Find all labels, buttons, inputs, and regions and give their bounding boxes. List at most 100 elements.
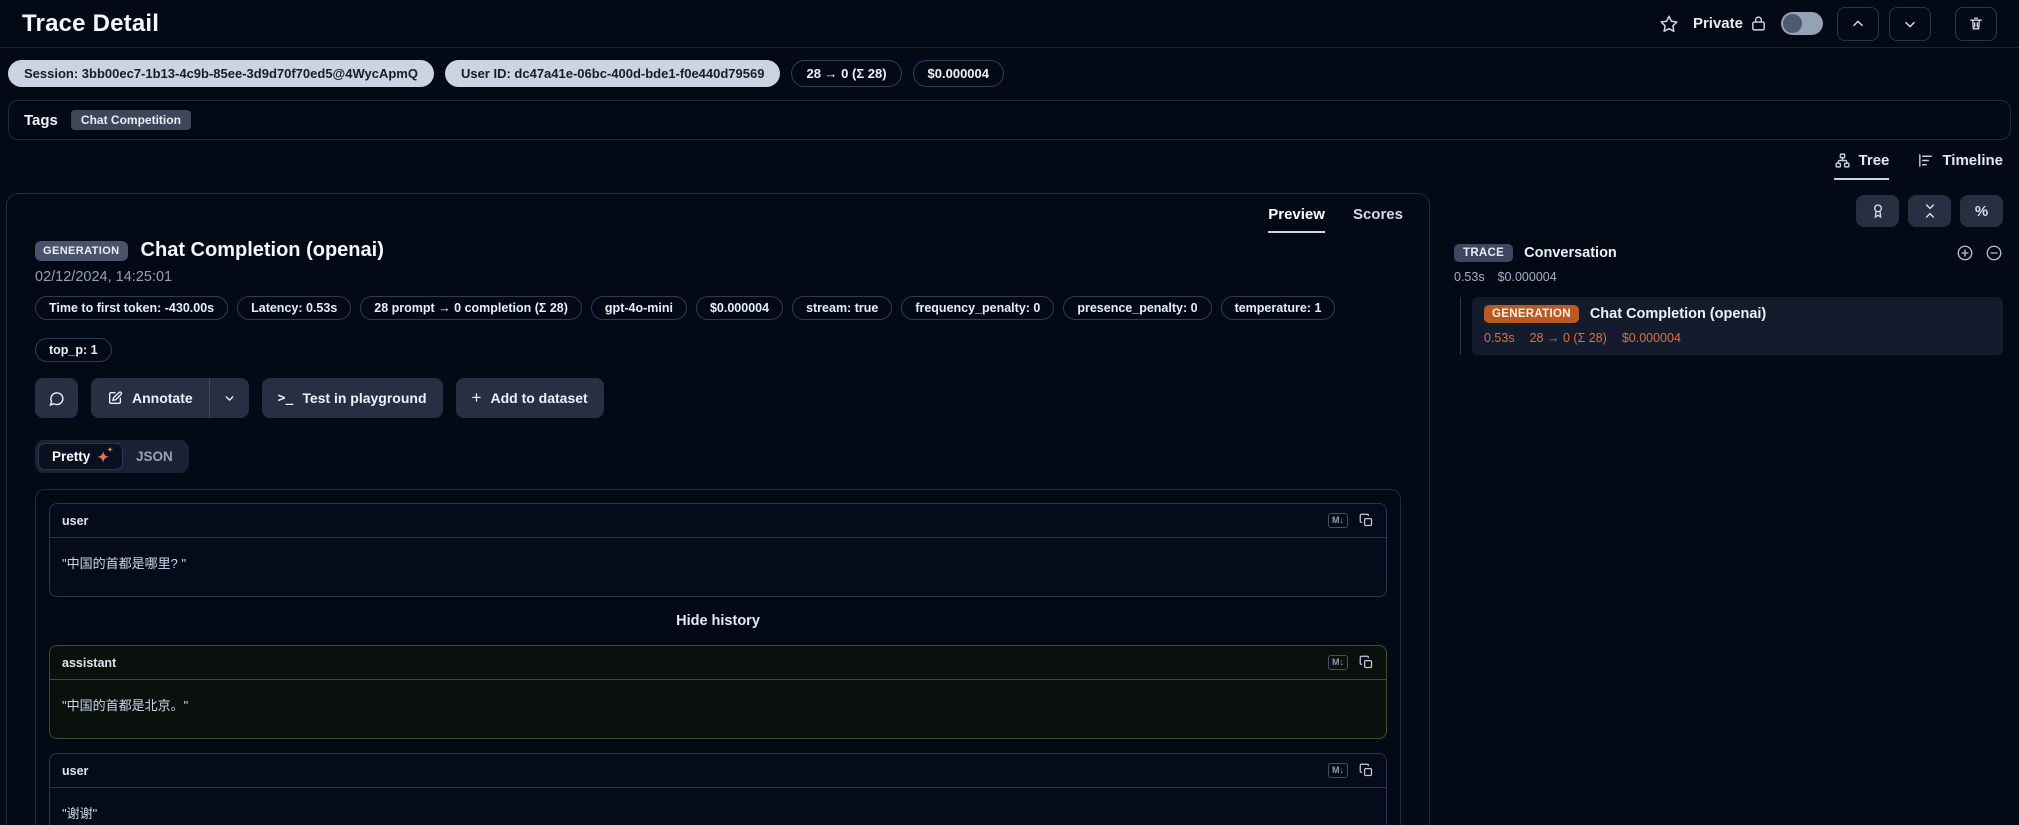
message-header-icons: M↓ xyxy=(1328,763,1374,778)
add-to-dataset-button[interactable]: + Add to dataset xyxy=(456,378,604,418)
metrics-toggle-button[interactable]: % xyxy=(1960,195,2003,227)
view-tabs: Tree Timeline xyxy=(0,140,2019,180)
tab-timeline[interactable]: Timeline xyxy=(1917,152,2003,180)
tab-scores[interactable]: Scores xyxy=(1353,206,1403,233)
next-trace-button[interactable] xyxy=(1889,7,1931,41)
annotate-button[interactable]: Annotate xyxy=(91,378,209,418)
copy-icon[interactable] xyxy=(1359,513,1374,528)
markdown-toggle-icon[interactable]: M↓ xyxy=(1328,655,1348,670)
generation-latency: 0.53s xyxy=(1484,331,1515,345)
collapse-tree-button[interactable] xyxy=(1908,195,1951,227)
actions-row: Annotate >_ Test in playground + Add to … xyxy=(35,378,1401,418)
generation-metrics: 0.53s 28 → 0 (Σ 28) $0.000004 xyxy=(1484,331,1991,345)
privacy-toggle[interactable] xyxy=(1781,12,1823,35)
badge-temperature: temperature: 1 xyxy=(1221,296,1336,320)
tab-timeline-label: Timeline xyxy=(1942,152,2003,169)
message-header-icons: M↓ xyxy=(1328,513,1374,528)
markdown-toggle-icon[interactable]: M↓ xyxy=(1328,763,1348,778)
toggle-knob xyxy=(1783,14,1802,33)
user-id-badge[interactable]: User ID: dc47a41e-06bc-400d-bde1-f0e440d… xyxy=(445,60,781,87)
timeline-icon xyxy=(1917,152,1934,169)
tags-box: Tags Chat Competition xyxy=(8,100,2011,140)
format-json[interactable]: JSON xyxy=(123,443,186,470)
cost-badge: $0.000004 xyxy=(913,60,1004,87)
trace-meta-row: Session: 3bb00ec7-1b13-4c9b-85ee-3d9d70f… xyxy=(0,48,2019,98)
annotate-label: Annotate xyxy=(132,390,193,406)
tab-tree[interactable]: Tree xyxy=(1834,152,1890,180)
trace-metrics: 0.53s $0.000004 xyxy=(1454,270,2003,284)
plus-icon: + xyxy=(472,388,482,408)
collapse-icon xyxy=(1922,203,1938,219)
badge-cost: $0.000004 xyxy=(696,296,783,320)
trace-latency: 0.53s xyxy=(1454,270,1485,284)
star-icon[interactable] xyxy=(1659,14,1679,34)
generation-tokens: 28 → 0 (Σ 28) xyxy=(1530,331,1607,345)
scores-toggle-button[interactable] xyxy=(1856,195,1899,227)
generation-cost: $0.000004 xyxy=(1622,331,1681,345)
observation-title: Chat Completion (openai) xyxy=(141,239,384,262)
message-content: "谢谢" xyxy=(50,788,1386,825)
observation-badges: Time to first token: -430.00s Latency: 0… xyxy=(35,296,1401,362)
lock-icon xyxy=(1750,15,1767,32)
observation-type-badge: GENERATION xyxy=(35,241,128,261)
panel-content: GENERATION Chat Completion (openai) 02/1… xyxy=(7,233,1429,825)
session-badge[interactable]: Session: 3bb00ec7-1b13-4c9b-85ee-3d9d70f… xyxy=(8,60,434,87)
prev-trace-button[interactable] xyxy=(1837,7,1879,41)
badge-presence-penalty: presence_penalty: 0 xyxy=(1063,296,1211,320)
collapse-all-icon[interactable] xyxy=(1985,244,2003,262)
message-role: user xyxy=(62,764,88,778)
message-content: "中国的首都是北京。" xyxy=(50,680,1386,738)
json-label: JSON xyxy=(136,449,173,464)
message-user-1: user M↓ "中国的首都是哪里? " xyxy=(49,503,1387,597)
message-content: "中国的首都是哪里? " xyxy=(50,538,1386,596)
message-header: assistant M↓ xyxy=(50,646,1386,680)
badge-latency: Latency: 0.53s xyxy=(237,296,351,320)
token-usage-badge: 28 → 0 (Σ 28) xyxy=(791,60,901,87)
trace-cost: $0.000004 xyxy=(1498,270,1557,284)
delete-trace-button[interactable] xyxy=(1955,7,1997,41)
trace-tree-panel: % TRACE Conversation 0.53s $0.000004 GEN… xyxy=(1430,193,2019,355)
tag-chip[interactable]: Chat Competition xyxy=(71,110,191,130)
message-assistant: assistant M↓ "中国的首都是北京。" xyxy=(49,645,1387,739)
format-toggle: Pretty ✦ JSON xyxy=(35,440,189,473)
trace-type-badge: TRACE xyxy=(1454,244,1513,262)
chevron-up-icon xyxy=(1850,16,1866,32)
badge-model[interactable]: gpt-4o-mini xyxy=(591,296,687,320)
page-title: Trace Detail xyxy=(22,10,159,38)
badge-token-usage: 28 prompt → 0 completion (Σ 28) xyxy=(360,296,582,320)
hide-history-button[interactable]: Hide history xyxy=(49,611,1387,631)
observation-timestamp: 02/12/2024, 14:25:01 xyxy=(35,269,1401,285)
chevron-down-icon xyxy=(223,392,236,405)
pretty-label: Pretty xyxy=(52,449,90,464)
top-header: Trace Detail Private xyxy=(0,0,2019,48)
expand-all-icon[interactable] xyxy=(1956,244,1974,262)
test-in-playground-button[interactable]: >_ Test in playground xyxy=(262,378,443,418)
message-header: user M↓ xyxy=(50,504,1386,538)
format-pretty[interactable]: Pretty ✦ xyxy=(38,443,123,470)
comment-bubble-icon xyxy=(48,390,65,407)
generation-node-header: GENERATION Chat Completion (openai) xyxy=(1484,305,1991,323)
markdown-toggle-icon[interactable]: M↓ xyxy=(1328,513,1348,528)
message-role: assistant xyxy=(62,656,116,670)
tree-toolbar: % xyxy=(1454,195,2003,227)
copy-icon[interactable] xyxy=(1359,763,1374,778)
copy-icon[interactable] xyxy=(1359,655,1374,670)
tree-children: GENERATION Chat Completion (openai) 0.53… xyxy=(1460,297,2003,355)
privacy-text: Private xyxy=(1693,15,1743,32)
sparkles-icon: ✦ xyxy=(97,450,109,464)
generation-name: Chat Completion (openai) xyxy=(1590,306,1766,322)
message-user-2: user M↓ "谢谢" xyxy=(49,753,1387,825)
generation-node[interactable]: GENERATION Chat Completion (openai) 0.53… xyxy=(1472,297,2003,355)
badge-time-to-first-token: Time to first token: -430.00s xyxy=(35,296,228,320)
privacy-label: Private xyxy=(1693,15,1767,32)
message-header-icons: M↓ xyxy=(1328,655,1374,670)
comments-button[interactable] xyxy=(35,378,78,418)
trace-node[interactable]: TRACE Conversation xyxy=(1454,244,2003,262)
messages-container: user M↓ "中国的首都是哪里? " Hide history assist… xyxy=(35,489,1401,825)
tab-preview[interactable]: Preview xyxy=(1268,206,1325,233)
dataset-label: Add to dataset xyxy=(490,390,587,406)
badge-top-p: top_p: 1 xyxy=(35,338,112,362)
annotate-split-button: Annotate xyxy=(91,378,249,418)
annotate-dropdown-button[interactable] xyxy=(210,378,249,418)
header-actions: Private xyxy=(1659,7,1997,41)
